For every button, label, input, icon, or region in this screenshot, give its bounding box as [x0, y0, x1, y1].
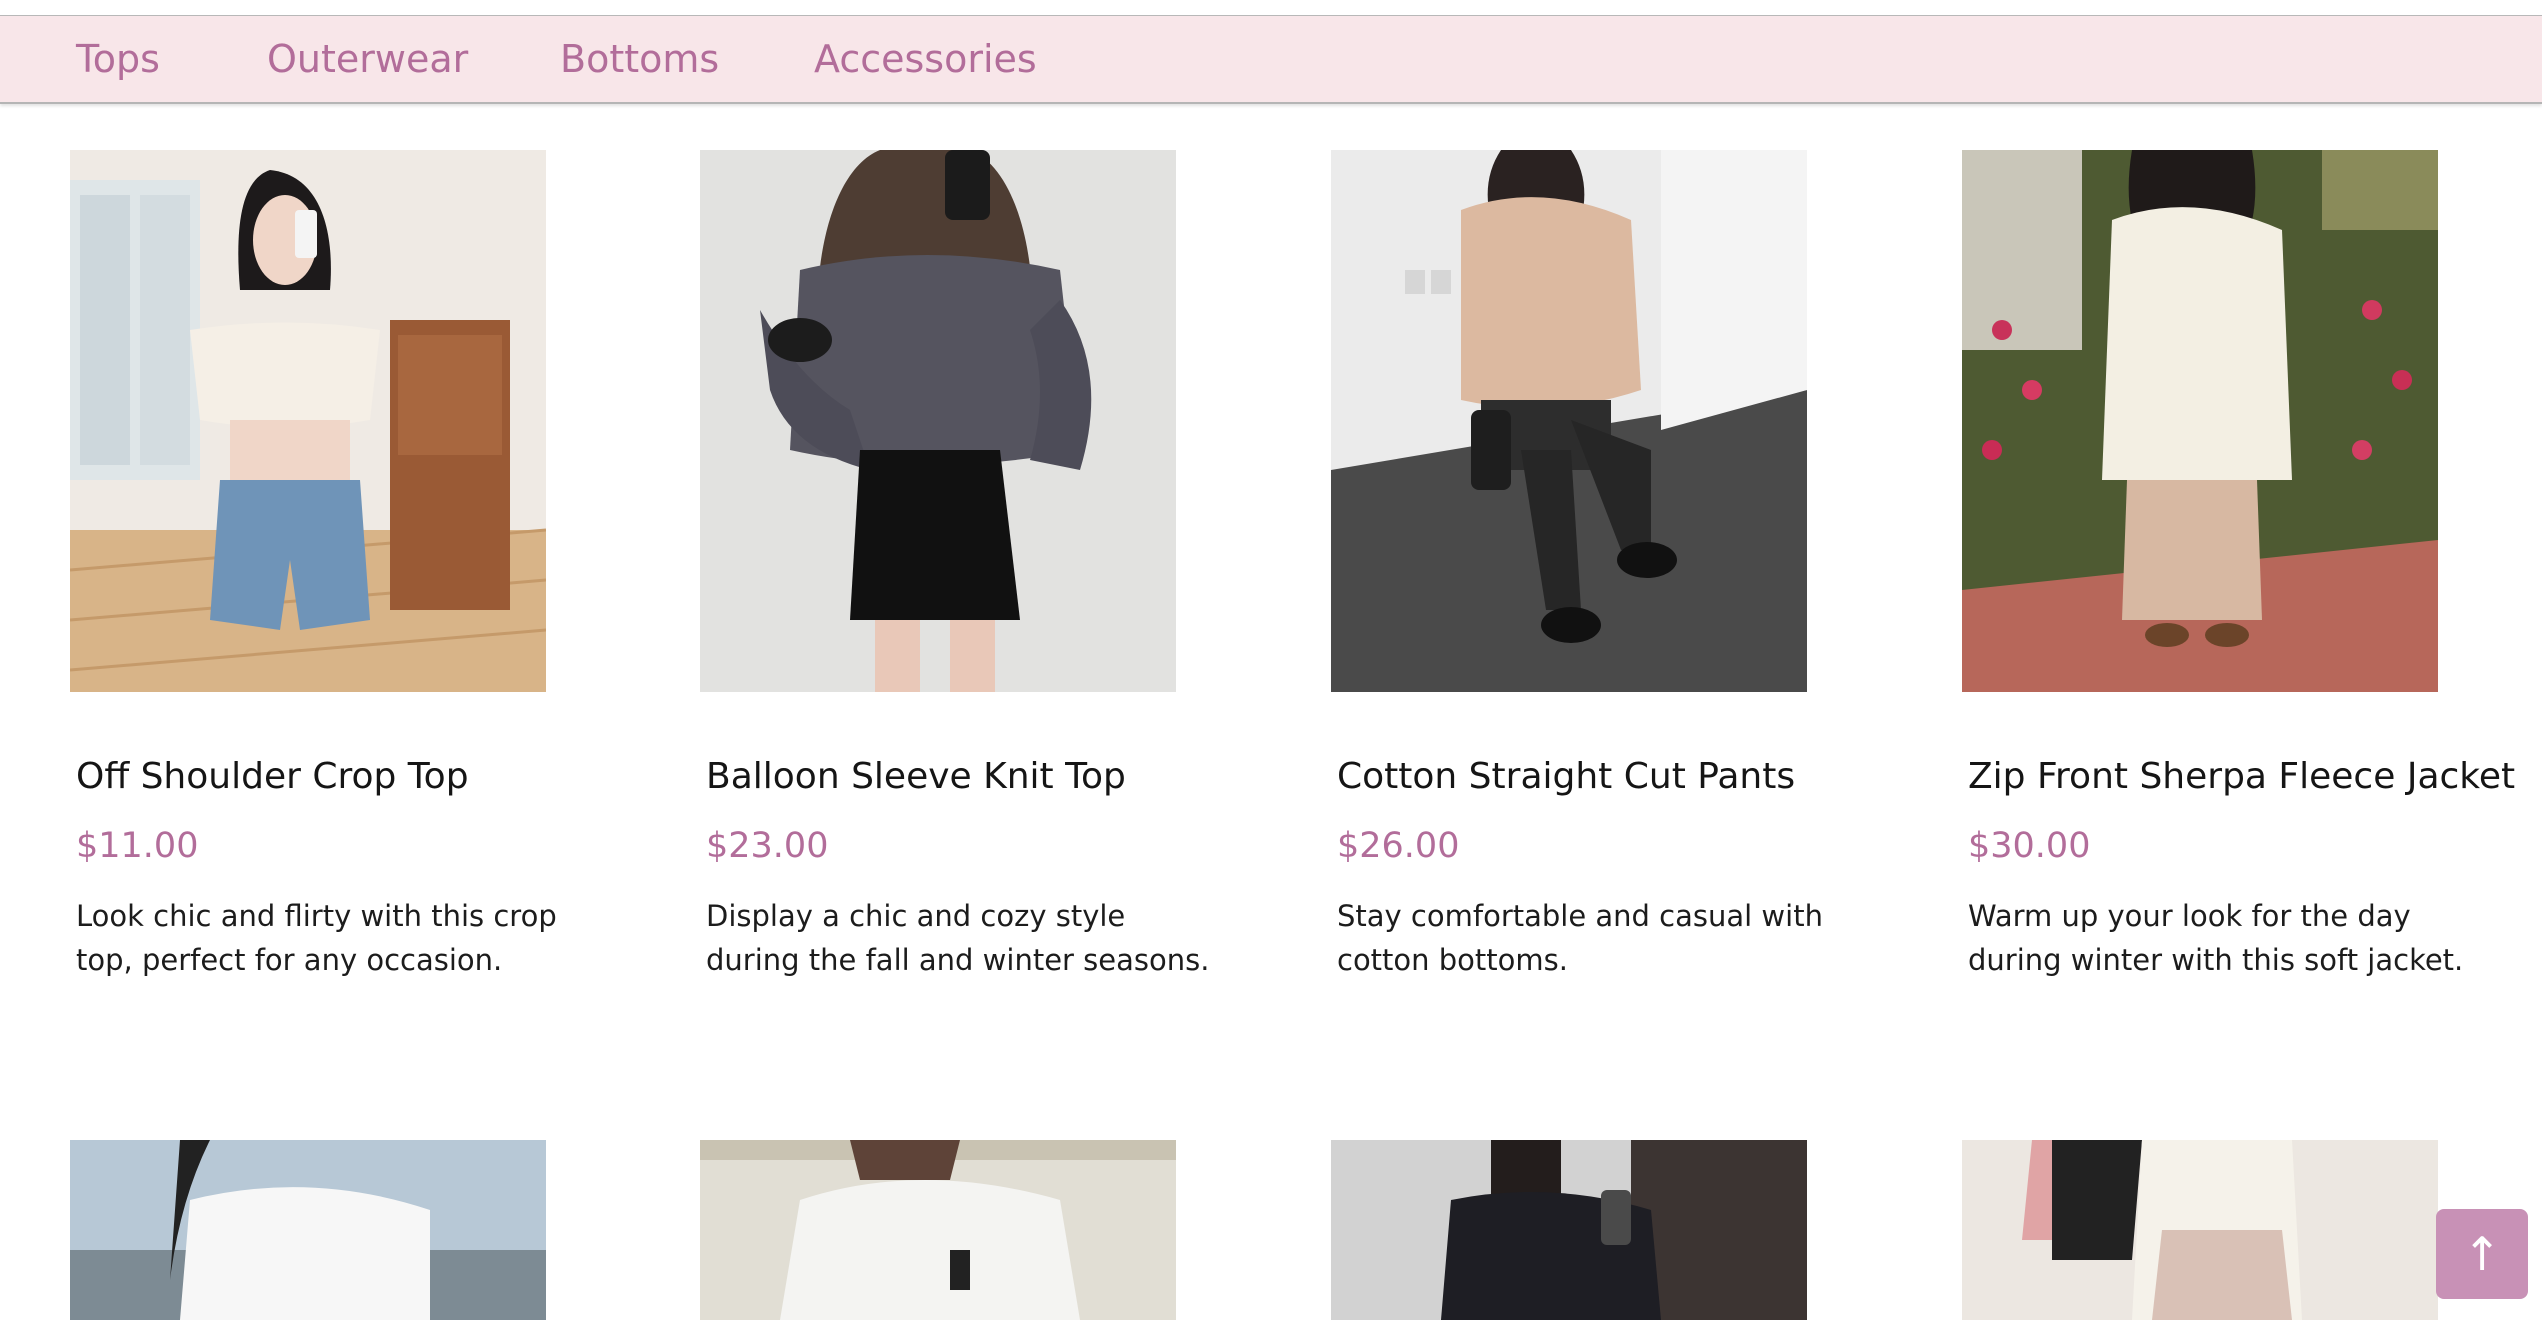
product-price: $23.00	[706, 826, 829, 866]
product-image[interactable]	[700, 1140, 1176, 1320]
product-description: Warm up your look for the day during win…	[1968, 899, 2464, 977]
scroll-to-top-button[interactable]: ↑	[2436, 1209, 2528, 1299]
product-name[interactable]: Balloon Sleeve Knit Top	[706, 756, 1126, 797]
product-name[interactable]: Zip Front Sherpa Fleece Jacket	[1968, 756, 2515, 797]
product-name[interactable]: Cotton Straight Cut Pants	[1337, 756, 1795, 797]
nav-accessories[interactable]: Accessories	[814, 16, 1037, 102]
arrow-up-icon: ↑	[2462, 1227, 2502, 1281]
product-image[interactable]	[1331, 1140, 1807, 1320]
nav-bottoms[interactable]: Bottoms	[560, 16, 719, 102]
product-image[interactable]	[70, 150, 546, 692]
product-description: Stay comfortable and casual with cotton …	[1337, 899, 1823, 977]
product-description: Look chic and flirty with this crop top,…	[76, 899, 557, 977]
category-nav: Tops Outerwear Bottoms Accessories	[0, 16, 2542, 104]
product-description: Display a chic and cozy style during the…	[706, 899, 1210, 977]
product-image[interactable]	[1962, 1140, 2438, 1320]
product-price: $26.00	[1337, 826, 1460, 866]
product-image[interactable]	[700, 150, 1176, 692]
nav-outerwear[interactable]: Outerwear	[267, 16, 468, 102]
product-image[interactable]	[70, 1140, 546, 1320]
product-image[interactable]	[1962, 150, 2438, 692]
product-price: $11.00	[76, 826, 199, 866]
product-price: $30.00	[1968, 826, 2091, 866]
product-name[interactable]: Off Shoulder Crop Top	[76, 756, 469, 797]
product-image[interactable]	[1331, 150, 1807, 692]
nav-tops[interactable]: Tops	[76, 16, 160, 102]
top-border	[0, 0, 2542, 17]
